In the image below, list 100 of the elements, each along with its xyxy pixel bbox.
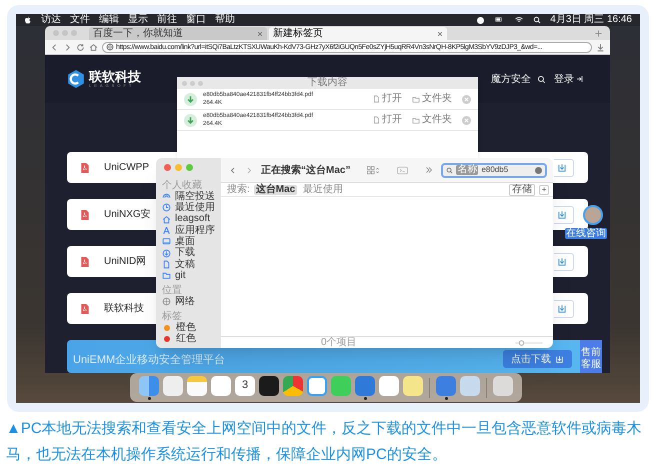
grid-view-icon	[366, 166, 380, 174]
folder-icon	[412, 96, 420, 102]
folder-icon	[162, 271, 171, 280]
product-name: 联软科技	[104, 302, 144, 316]
pdf-file-icon	[80, 256, 90, 268]
document-icon	[373, 116, 380, 124]
menu-item[interactable]: 显示	[128, 15, 148, 25]
calendar-day: 3	[242, 380, 248, 391]
download-button[interactable]	[554, 300, 574, 318]
close-icon	[437, 30, 443, 36]
nav-link[interactable]: 魔方安全	[491, 72, 531, 86]
download-icon	[557, 162, 567, 172]
sidebar-item[interactable]: 应用程序	[162, 224, 215, 236]
save-button[interactable]: 存储	[508, 184, 535, 196]
pdf-file-icon	[80, 162, 90, 174]
menu-item[interactable]: 编辑	[99, 15, 119, 25]
remove-icon	[462, 94, 471, 104]
pdf-file-icon	[80, 302, 90, 314]
notes-app-icon[interactable]	[187, 376, 207, 396]
g-logo-app-icon[interactable]	[379, 376, 399, 396]
clock-icon	[162, 203, 171, 212]
trash-icon[interactable]	[493, 376, 513, 396]
search-query: e80db5	[481, 166, 508, 174]
site-logo-text: 联软科技	[89, 70, 141, 83]
wifi-icon	[514, 16, 524, 24]
download-icon	[596, 42, 605, 52]
chat-app-icon[interactable]	[307, 376, 327, 396]
sidebar-item[interactable]: 隔空投送	[162, 191, 215, 202]
document-icon	[373, 95, 380, 103]
presales-button[interactable]: 售前客服	[580, 340, 602, 373]
scope-label: 搜索:	[227, 184, 250, 194]
leagsoft-app-icon[interactable]	[436, 376, 456, 396]
folder-button[interactable]: 文件夹	[412, 94, 452, 104]
home-icon	[162, 214, 171, 224]
login-icon	[576, 75, 584, 83]
sidebar-item[interactable]: git	[162, 270, 215, 282]
apple-logo-icon	[24, 16, 32, 24]
download-icon	[557, 210, 567, 220]
stickies-app-icon[interactable]	[403, 376, 423, 396]
sidebar-heading: 位置	[162, 285, 182, 296]
download-icon	[557, 304, 567, 314]
plus-icon	[595, 30, 602, 36]
download-button[interactable]	[554, 252, 574, 270]
add-button[interactable]: +	[538, 184, 550, 194]
download-button[interactable]	[554, 158, 574, 176]
terminal-app-icon[interactable]	[259, 376, 279, 396]
avatar[interactable]	[583, 205, 603, 225]
login-link[interactable]: 登录	[554, 72, 584, 86]
calendar-app-icon[interactable]: 3	[235, 376, 255, 396]
sidebar-item[interactable]: 文稿	[162, 258, 215, 270]
sidebar-item[interactable]: 最近使用	[162, 202, 215, 214]
globe-icon	[162, 297, 171, 306]
document-icon	[162, 260, 171, 270]
globe-icon	[106, 43, 114, 51]
sidebar-item[interactable]: 网络	[162, 296, 215, 308]
menu-item[interactable]: 前往	[157, 15, 177, 25]
browser-tab[interactable]: 新建标签页	[269, 27, 447, 40]
folder-button[interactable]: 文件夹	[412, 115, 452, 125]
preview-app-icon[interactable]	[460, 376, 480, 396]
search-icon	[446, 166, 454, 174]
remove-icon	[462, 116, 471, 124]
download-arrow-icon	[184, 114, 197, 126]
scope-button[interactable]: 这台Mac	[254, 184, 298, 194]
sidebar-item[interactable]: 桌面	[162, 236, 215, 248]
chat-badge[interactable]: 在线咨询	[565, 228, 607, 239]
sidebar-heading: 个人收藏	[162, 180, 202, 191]
sidebar-item[interactable]: 红色	[162, 334, 215, 346]
download-icon	[555, 354, 564, 364]
launchpad-app-icon[interactable]	[163, 376, 183, 396]
open-button[interactable]: 打开	[373, 115, 402, 125]
back-icon	[229, 166, 237, 174]
finder-app-icon[interactable]	[139, 376, 159, 396]
folder-icon	[412, 116, 420, 124]
scope-button[interactable]: 最近使用	[301, 184, 346, 194]
sidebar-item[interactable]: leagsoft	[162, 214, 215, 225]
forward-icon	[245, 166, 253, 174]
hammer-app-icon[interactable]	[355, 376, 375, 396]
reload-icon	[76, 42, 85, 52]
clear-icon[interactable]	[535, 166, 542, 174]
menu-item[interactable]: 帮助	[215, 15, 235, 25]
download-button[interactable]: 点击下载	[503, 350, 572, 368]
download-button[interactable]	[554, 206, 574, 224]
product-name: UniEMM企业移动安全管理平台	[73, 352, 226, 368]
leagsoft-logo-icon	[67, 70, 85, 88]
freeform-app-icon[interactable]	[211, 376, 231, 396]
open-button[interactable]: 打开	[373, 94, 402, 104]
image-caption: ▲PC本地无法搜索和查看安全上网空间中的文件，反之下载的文件中一旦包含恶意软件或病毒木马，也无法在本机操作系统运行和传播，保障企业内网PC的安全。	[5, 419, 643, 465]
home-icon	[89, 42, 98, 52]
sidebar-item[interactable]: 下载	[162, 248, 215, 259]
product-name: UniNID网	[104, 255, 146, 269]
download-icon	[557, 256, 567, 266]
window-title: 正在搜索“这台Mac”	[261, 163, 350, 178]
apps-icon	[162, 226, 171, 236]
sidebar-item[interactable]: 橙色	[162, 322, 215, 334]
browser-tab[interactable]: 百度一下，你就知道	[89, 27, 267, 40]
desktop-icon	[162, 237, 171, 246]
download-arrow-icon	[184, 92, 197, 106]
search-field[interactable]: 名称 e80db5	[441, 162, 548, 178]
download-icon	[162, 248, 171, 258]
wechat-app-icon[interactable]	[331, 376, 351, 396]
